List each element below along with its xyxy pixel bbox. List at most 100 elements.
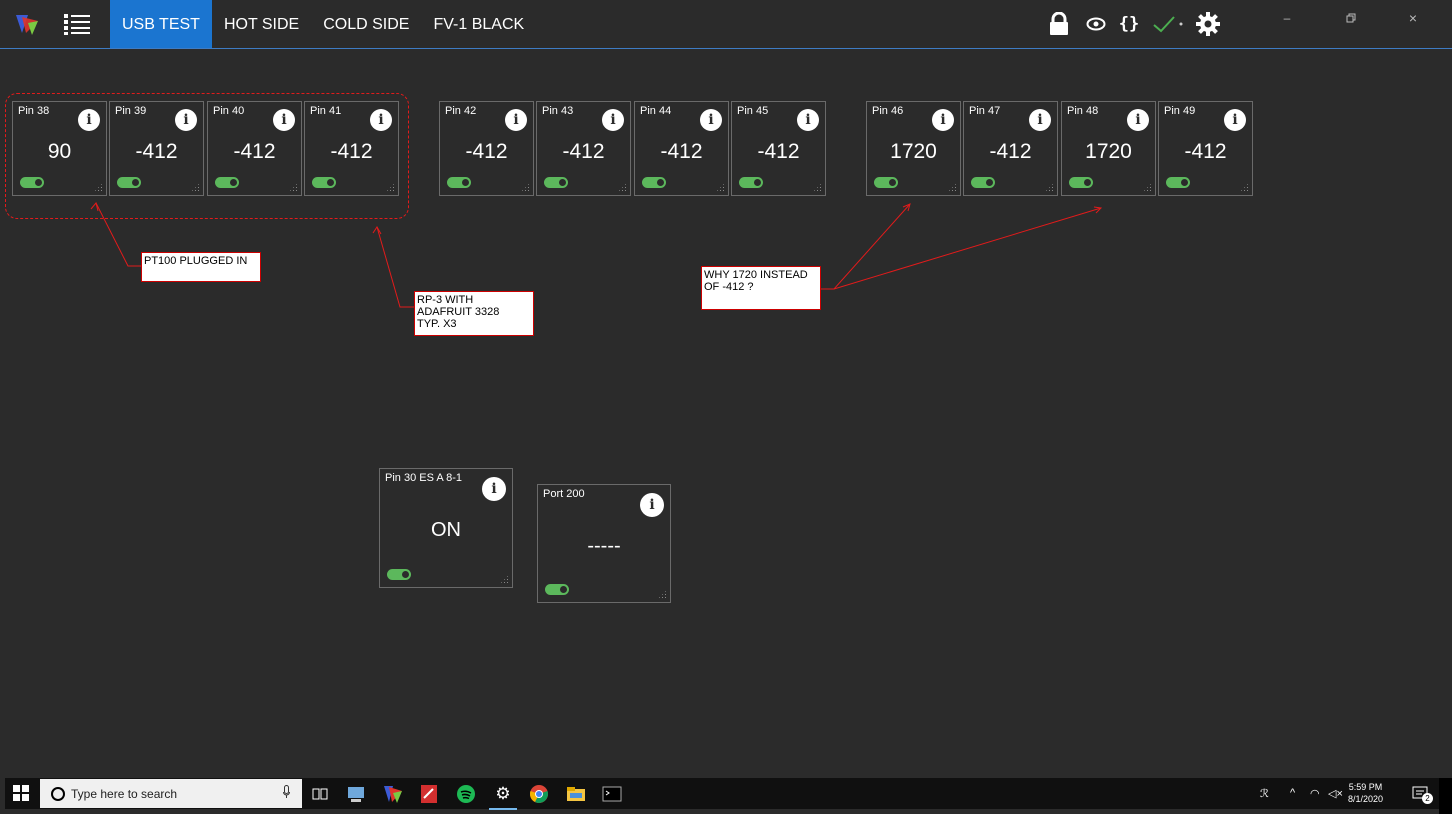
- pin-widget[interactable]: Pin 42 i -412: [439, 101, 534, 196]
- resize-handle[interactable]: [387, 184, 394, 191]
- resize-handle[interactable]: [717, 184, 724, 191]
- resize-handle[interactable]: [95, 184, 102, 191]
- microphone-icon[interactable]: [283, 785, 290, 799]
- pin-widget[interactable]: Pin 41 i -412: [304, 101, 399, 196]
- resize-handle[interactable]: [192, 184, 199, 191]
- spotify-icon[interactable]: [456, 784, 476, 804]
- enable-toggle[interactable]: [642, 177, 666, 188]
- resize-handle[interactable]: [1241, 184, 1248, 191]
- resize-handle[interactable]: [619, 184, 626, 191]
- resize-handle[interactable]: [949, 184, 956, 191]
- port-value: -----: [587, 535, 621, 557]
- show-desktop-button[interactable]: [1439, 778, 1452, 814]
- eye-icon[interactable]: [1085, 11, 1107, 37]
- network-app-icon[interactable]: [346, 784, 366, 804]
- info-icon[interactable]: i: [1224, 109, 1246, 131]
- checkmark-icon[interactable]: [1152, 11, 1186, 37]
- pin-widget[interactable]: Pin 45 i -412: [731, 101, 826, 196]
- pin-widget[interactable]: Pin 44 i -412: [634, 101, 729, 196]
- info-icon[interactable]: i: [505, 109, 527, 131]
- resize-handle[interactable]: [522, 184, 529, 191]
- resize-handle[interactable]: [290, 184, 297, 191]
- settings-gear-icon[interactable]: ⚙: [489, 784, 517, 810]
- resize-handle[interactable]: [1046, 184, 1053, 191]
- note-rp3: RP-3 WITH ADAFRUIT 3328 TYP. X3: [414, 291, 534, 336]
- pin-label: Pin 42: [445, 105, 477, 117]
- enable-toggle[interactable]: [971, 177, 995, 188]
- enable-toggle[interactable]: [20, 177, 44, 188]
- gear-icon[interactable]: [1195, 11, 1221, 37]
- braces-icon[interactable]: {}: [1118, 11, 1140, 37]
- command-prompt-icon[interactable]: [602, 784, 622, 804]
- pin-value: -412: [1184, 140, 1227, 163]
- info-icon[interactable]: i: [482, 477, 506, 501]
- app-taskbar-icon[interactable]: [383, 784, 403, 804]
- pin-value: -412: [989, 140, 1032, 163]
- chrome-icon[interactable]: [529, 784, 549, 804]
- pin-widget[interactable]: Pin 38 i 90: [12, 101, 107, 196]
- tab-hot-side[interactable]: HOT SIDE: [212, 0, 311, 48]
- wifi-icon[interactable]: ◠: [1310, 787, 1320, 800]
- pin-widget[interactable]: Pin 39 i -412: [109, 101, 204, 196]
- pdf-editor-icon[interactable]: [419, 784, 439, 804]
- pin-widget[interactable]: Pin 47 i -412: [963, 101, 1058, 196]
- enable-toggle[interactable]: [447, 177, 471, 188]
- info-icon[interactable]: i: [273, 109, 295, 131]
- app-logo-icon: [16, 15, 38, 35]
- resize-handle[interactable]: [814, 184, 821, 191]
- tab-fv1-black[interactable]: FV-1 BLACK: [421, 0, 536, 48]
- pin-widget[interactable]: Pin 49 i -412: [1158, 101, 1253, 196]
- enable-toggle[interactable]: [312, 177, 336, 188]
- tab-usb-test[interactable]: USB TEST: [110, 0, 212, 48]
- task-view-icon[interactable]: [310, 784, 330, 804]
- info-icon[interactable]: i: [797, 109, 819, 131]
- people-icon[interactable]: ℛ: [1260, 787, 1269, 800]
- info-icon[interactable]: i: [175, 109, 197, 131]
- pin-widget[interactable]: Pin 40 i -412: [207, 101, 302, 196]
- enable-toggle[interactable]: [1166, 177, 1190, 188]
- file-explorer-icon[interactable]: [566, 784, 586, 804]
- enable-toggle[interactable]: [387, 569, 411, 580]
- pin-widget[interactable]: Pin 43 i -412: [536, 101, 631, 196]
- resize-handle[interactable]: [501, 576, 508, 583]
- enable-toggle[interactable]: [874, 177, 898, 188]
- taskbar-clock[interactable]: 5:59 PM 8/1/2020: [1348, 781, 1383, 805]
- info-icon[interactable]: i: [602, 109, 624, 131]
- tab-cold-side[interactable]: COLD SIDE: [311, 0, 421, 48]
- pin-value: -412: [330, 140, 373, 163]
- info-icon[interactable]: i: [932, 109, 954, 131]
- windows-start-icon[interactable]: [13, 785, 29, 801]
- switch-widget[interactable]: Pin 30 ES A 8-1 i ON: [379, 468, 513, 588]
- enable-toggle[interactable]: [215, 177, 239, 188]
- minimize-icon[interactable]: –: [1272, 8, 1302, 28]
- pin-value: 1720: [890, 140, 937, 163]
- volume-icon[interactable]: ◁×: [1328, 787, 1343, 800]
- info-icon[interactable]: i: [640, 493, 664, 517]
- enable-toggle[interactable]: [544, 177, 568, 188]
- info-icon[interactable]: i: [370, 109, 392, 131]
- enable-toggle[interactable]: [1069, 177, 1093, 188]
- enable-toggle[interactable]: [739, 177, 763, 188]
- pin-label: Pin 40: [213, 105, 245, 117]
- port-widget[interactable]: Port 200 i -----: [537, 484, 671, 603]
- pin-widget[interactable]: Pin 46 i 1720: [866, 101, 961, 196]
- taskbar-search-input[interactable]: Type here to search: [40, 779, 302, 808]
- enable-toggle[interactable]: [545, 584, 569, 595]
- resize-handle[interactable]: [659, 591, 666, 598]
- restore-icon[interactable]: [1336, 8, 1366, 28]
- lock-icon[interactable]: [1047, 11, 1071, 37]
- enable-toggle[interactable]: [117, 177, 141, 188]
- list-menu-icon[interactable]: [64, 12, 90, 36]
- pin-label: Pin 44: [640, 105, 672, 117]
- info-icon[interactable]: i: [78, 109, 100, 131]
- note-pt100: PT100 PLUGGED IN: [141, 252, 261, 282]
- pin-label: Pin 30 ES A 8-1: [385, 472, 463, 484]
- info-icon[interactable]: i: [1127, 109, 1149, 131]
- pin-widget[interactable]: Pin 48 i 1720: [1061, 101, 1156, 196]
- close-icon[interactable]: ×: [1398, 8, 1428, 28]
- info-icon[interactable]: i: [1029, 109, 1051, 131]
- info-icon[interactable]: i: [700, 109, 722, 131]
- resize-handle[interactable]: [1144, 184, 1151, 191]
- chevron-up-icon[interactable]: ^: [1290, 787, 1295, 799]
- notification-center-icon[interactable]: 2: [1411, 784, 1433, 804]
